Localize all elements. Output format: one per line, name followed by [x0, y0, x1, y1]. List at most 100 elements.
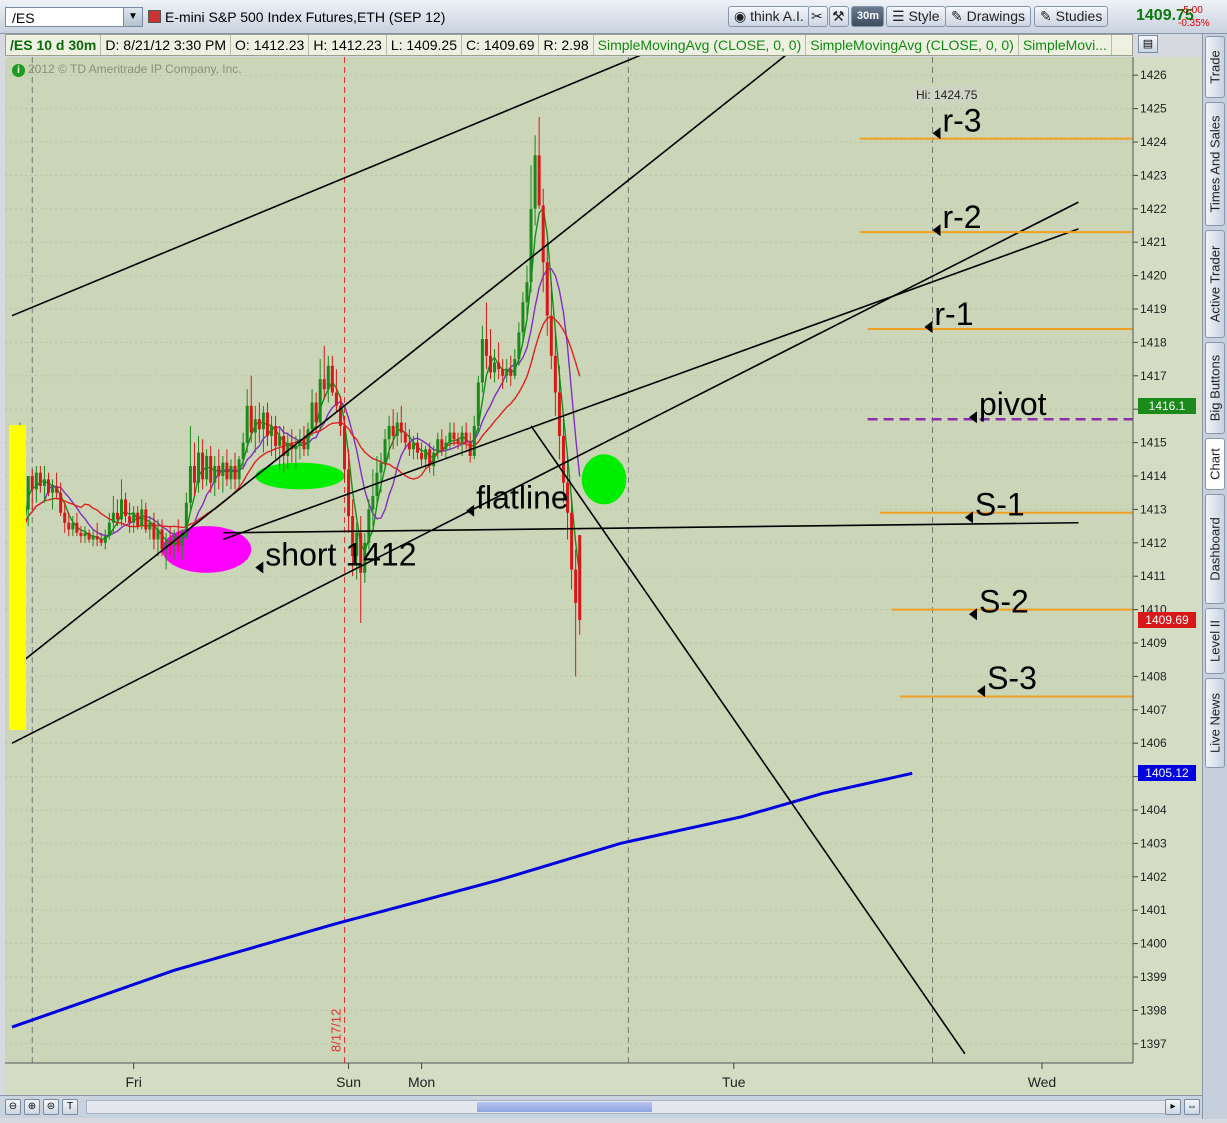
candle-body — [245, 405, 249, 443]
side-tab-trade[interactable]: Trade — [1205, 36, 1225, 98]
candle-body — [557, 392, 561, 436]
candle-body — [533, 155, 537, 209]
net-change: -5.00 — [1180, 5, 1203, 16]
candle-body — [95, 536, 99, 540]
candle-body — [484, 339, 488, 356]
side-tab-big-buttons[interactable]: Big Buttons — [1205, 342, 1225, 434]
candle-body — [111, 512, 115, 523]
y-tick-label: 1417 — [1140, 369, 1167, 383]
expand-icon[interactable]: ⇔ — [1184, 1099, 1200, 1115]
candle-body — [119, 499, 123, 520]
annotation-text: r-2 — [942, 199, 981, 235]
copyright-text: 2012 © TD Ameritrade IP Company, Inc. — [28, 62, 242, 76]
ohlc-info-bar: /ES 10 d 30m D: 8/21/12 3:30 PM O: 1412.23… — [5, 34, 1133, 56]
candle-body — [371, 496, 375, 510]
side-tab-dashboard[interactable]: Dashboard — [1205, 494, 1225, 604]
y-tick-label: 1423 — [1140, 168, 1167, 182]
candle-body — [387, 425, 391, 440]
candle-body — [229, 465, 233, 480]
candle-body — [448, 432, 452, 443]
candle-body — [221, 462, 225, 476]
side-tab-level-ii[interactable]: Level II — [1205, 608, 1225, 674]
volume-bar-marker — [9, 425, 26, 730]
info-sma-1[interactable]: SimpleMovingAvg (CLOSE, 0, 0) — [594, 35, 807, 55]
x-tick-label: Fri — [125, 1074, 141, 1090]
period-button[interactable]: 30m — [851, 6, 884, 27]
candle-body — [233, 465, 237, 480]
chart-bottom-bar: ⊖ ⊕ ⊜ T ▸ ⇔ — [0, 1095, 1202, 1118]
info-sma-3[interactable]: SimpleMovi... — [1019, 35, 1112, 55]
studies-icon: ✎ — [1040, 8, 1052, 24]
zoom-fit-icon[interactable]: ⊜ — [43, 1099, 59, 1115]
y-tick-label: 1413 — [1140, 502, 1167, 516]
studies-button[interactable]: ✎ Studies — [1034, 6, 1109, 27]
side-tab-label: Level II — [1207, 620, 1223, 662]
scissors-button[interactable]: ✂ — [808, 6, 828, 27]
info-sma-2[interactable]: SimpleMovingAvg (CLOSE, 0, 0) — [806, 35, 1019, 55]
candle-body — [103, 536, 107, 543]
annotation-text: short 1412 — [265, 537, 416, 573]
price-chart[interactable]: 8/17/12 short 1412 flatline r-3 r-2 r-1 pivot… — [0, 0, 1202, 1095]
info-symbol: /ES 10 d 30m — [6, 35, 102, 55]
scroll-right-icon[interactable]: ▸ — [1165, 1099, 1181, 1115]
y-tick-label: 1402 — [1140, 870, 1167, 884]
candle-body — [156, 529, 160, 540]
candle-body — [488, 355, 492, 373]
drawings-button[interactable]: ✎ Drawings — [945, 6, 1031, 27]
symbol-input[interactable]: /ES ▼ — [5, 7, 143, 27]
candle-body — [75, 522, 79, 533]
candle-body — [472, 425, 476, 456]
side-tab-chart[interactable]: Chart — [1205, 438, 1225, 490]
chevron-down-icon[interactable]: ▼ — [123, 8, 142, 26]
chart-settings-icon[interactable]: ▤ — [1138, 35, 1158, 53]
candle-body — [537, 155, 541, 206]
think-ai-button[interactable]: ◉ think A.I. — [728, 6, 810, 27]
highlight-ellipse — [581, 454, 627, 505]
candle-body — [184, 502, 188, 533]
candle-body — [501, 369, 505, 376]
y-tick-label: 1412 — [1140, 536, 1167, 550]
time-axis-background — [5, 1063, 1202, 1095]
candle-body — [225, 462, 229, 480]
wrench-button[interactable]: ⚒ — [829, 6, 849, 27]
y-tick-label: 1424 — [1140, 135, 1167, 149]
y-tick-label: 1420 — [1140, 269, 1167, 283]
info-close: C: 1409.69 — [462, 35, 540, 55]
y-tick-label: 1407 — [1140, 703, 1167, 717]
candle-body — [87, 532, 91, 540]
candle-body — [192, 465, 196, 483]
info-icon[interactable]: i — [12, 64, 25, 77]
y-tick-label: 1406 — [1140, 736, 1167, 750]
candle-body — [148, 522, 152, 530]
candle-body — [55, 486, 59, 493]
y-tick-label: 1409 — [1140, 636, 1167, 650]
side-tab-times-and-sales[interactable]: Times And Sales — [1205, 102, 1225, 226]
candle-body — [424, 449, 428, 460]
zoom-in-icon[interactable]: ⊕ — [24, 1099, 40, 1115]
candle-body — [318, 379, 322, 423]
scrollbar-thumb[interactable] — [477, 1102, 652, 1112]
candle-body — [34, 472, 38, 490]
candle-body — [274, 425, 278, 446]
candle-body — [464, 432, 468, 443]
style-button[interactable]: ☰ Style — [886, 6, 946, 27]
horizontal-scrollbar[interactable] — [86, 1100, 1176, 1114]
candle-body — [124, 499, 128, 517]
side-tab-active-trader[interactable]: Active Trader — [1205, 230, 1225, 338]
candle-body — [460, 432, 464, 443]
text-tool-icon[interactable]: T — [62, 1099, 78, 1115]
drawings-label: Drawings — [966, 8, 1025, 24]
zoom-out-icon[interactable]: ⊖ — [5, 1099, 21, 1115]
candle-body — [205, 455, 209, 480]
side-tab-label: Dashboard — [1207, 517, 1223, 581]
annotation-text: S-2 — [979, 583, 1029, 619]
candle-body — [67, 522, 71, 530]
candle-body — [403, 432, 407, 443]
candle-body — [493, 362, 497, 373]
style-icon: ☰ — [892, 8, 905, 24]
candle-body — [237, 459, 241, 480]
x-tick-label: Sun — [336, 1074, 361, 1090]
instrument-flag-icon — [148, 10, 161, 23]
side-tab-live-news[interactable]: Live News — [1205, 678, 1225, 768]
y-tick-label: 1408 — [1140, 669, 1167, 683]
